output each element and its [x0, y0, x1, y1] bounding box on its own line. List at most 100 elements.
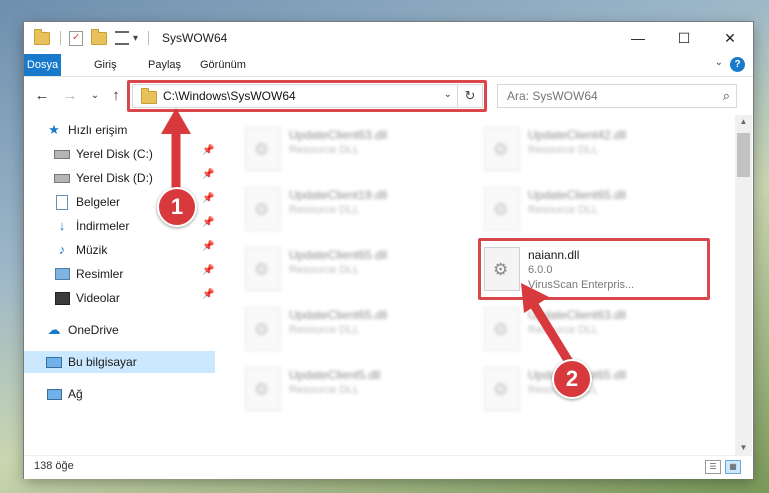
- pictures-icon: [54, 266, 70, 282]
- sidebar-item-documents[interactable]: Belgeler: [54, 191, 120, 213]
- sidebar-item-this-pc[interactable]: Bu bilgisayar: [46, 351, 137, 373]
- sidebar-item-local-disk-c[interactable]: Yerel Disk (C:): [54, 143, 153, 165]
- navigation-pane: ★ Hızlı erişim Yerel Disk (C:) 📌 Yerel D…: [24, 115, 216, 455]
- file-tile[interactable]: UpdateClient65.dll Resource DLL: [484, 183, 704, 233]
- sidebar-item-videos[interactable]: Videolar: [54, 287, 120, 309]
- sidebar-item-label: Videolar: [76, 291, 120, 305]
- file-name: UpdateClient65.dll: [289, 248, 388, 262]
- folder-icon: [34, 28, 50, 45]
- maximize-button[interactable]: ☐: [661, 22, 707, 54]
- minimize-button[interactable]: —: [615, 22, 661, 54]
- file-name: UpdateClient42.dll: [528, 128, 627, 142]
- file-name: UpdateClient19.dll: [289, 188, 388, 202]
- pin-icon[interactable]: 📌: [202, 145, 214, 156]
- file-tile[interactable]: UpdateClient65.dll Resource DLL: [245, 243, 465, 293]
- dll-file-icon: [245, 247, 281, 291]
- toolbar-divider: [60, 31, 61, 45]
- dll-file-icon: [245, 367, 281, 411]
- tiles-view-button[interactable]: ▦: [725, 460, 741, 474]
- dll-file-icon: [245, 307, 281, 351]
- ribbon-tabs: Dosya Giriş Paylaş Görünüm ⌄ ?: [24, 54, 753, 77]
- file-name: UpdateClient63.dll: [528, 308, 627, 322]
- forward-button[interactable]: →: [61, 86, 79, 106]
- window-title: SysWOW64: [162, 31, 228, 45]
- vertical-scrollbar[interactable]: ▲ ▼: [735, 115, 752, 455]
- sidebar-item-music[interactable]: ♪ Müzik: [54, 239, 108, 261]
- file-tile[interactable]: UpdateClient65.dll Resource DLL: [245, 303, 465, 353]
- file-name: UpdateClient65.dll: [289, 308, 388, 322]
- star-icon: ★: [48, 122, 60, 137]
- pin-icon[interactable]: 📌: [202, 265, 214, 276]
- back-button[interactable]: ←: [33, 86, 51, 106]
- search-input[interactable]: [505, 88, 709, 104]
- tab-share[interactable]: Paylaş: [138, 54, 191, 76]
- sidebar-item-label: Resimler: [76, 267, 124, 281]
- sidebar-item-quick-access[interactable]: ★ Hızlı erişim: [46, 119, 127, 141]
- download-icon: ↓: [58, 218, 66, 233]
- status-bar: 138 öğe ☰ ▦: [24, 455, 753, 479]
- documents-icon: [54, 194, 70, 210]
- sidebar-item-pictures[interactable]: Resimler: [54, 263, 123, 285]
- scroll-up-arrow[interactable]: ▲: [735, 115, 752, 129]
- new-folder-icon[interactable]: [91, 28, 107, 45]
- pin-icon[interactable]: 📌: [202, 289, 214, 300]
- file-type: Resource DLL: [289, 324, 360, 336]
- file-type: Resource DLL: [289, 384, 360, 396]
- quick-access-toolbar: ✓ ▾: [34, 28, 150, 46]
- pin-icon[interactable]: 📌: [202, 241, 214, 252]
- file-highlight-box: [478, 238, 710, 300]
- file-tile[interactable]: UpdateClient63.dll Resource DLL: [245, 123, 465, 173]
- customize-icon[interactable]: [115, 31, 129, 45]
- sidebar-item-label: Belgeler: [76, 195, 121, 209]
- file-tile[interactable]: UpdateClient42.dll Resource DLL: [484, 123, 704, 173]
- sidebar-item-onedrive[interactable]: ☁ OneDrive: [46, 319, 119, 341]
- close-button[interactable]: ✕: [707, 22, 753, 54]
- file-name: UpdateClient65.dll: [528, 188, 627, 202]
- file-tile[interactable]: UpdateClient5.dll Resource DLL: [245, 363, 465, 413]
- file-list: UpdateClient63.dll Resource DLL UpdateCl…: [217, 115, 735, 455]
- sidebar-item-label: OneDrive: [68, 323, 119, 337]
- music-icon: ♪: [58, 242, 66, 257]
- search-icon[interactable]: ⌕: [723, 88, 730, 104]
- computer-icon: [46, 354, 62, 370]
- dll-file-icon: [484, 127, 520, 171]
- ribbon-expand-icon[interactable]: ⌄: [715, 57, 723, 68]
- dll-file-icon: [484, 367, 520, 411]
- file-type: Resource DLL: [289, 144, 360, 156]
- details-view-button[interactable]: ☰: [705, 460, 721, 474]
- recent-locations-button[interactable]: ⌄: [86, 86, 104, 106]
- pin-icon[interactable]: 📌: [202, 169, 214, 180]
- sidebar-item-local-disk-d[interactable]: Yerel Disk (D:): [54, 167, 153, 189]
- file-name: UpdateClient5.dll: [289, 368, 381, 382]
- tab-home[interactable]: Giriş: [84, 54, 127, 76]
- pin-icon[interactable]: 📌: [202, 217, 214, 228]
- title-divider: [148, 31, 150, 45]
- pin-icon[interactable]: 📌: [202, 193, 214, 204]
- item-count: 138 öğe: [34, 460, 74, 472]
- search-box[interactable]: ⌕: [497, 84, 737, 108]
- file-tile[interactable]: UpdateClient65.dll Resource DLL: [484, 363, 704, 413]
- tab-view[interactable]: Görünüm: [190, 54, 256, 76]
- properties-icon[interactable]: ✓: [69, 30, 83, 46]
- scroll-thumb[interactable]: [737, 133, 750, 177]
- help-icon[interactable]: ?: [730, 57, 745, 72]
- sidebar-item-network[interactable]: Ağ: [46, 383, 83, 405]
- file-tile[interactable]: UpdateClient19.dll Resource DLL: [245, 183, 465, 233]
- tab-file[interactable]: Dosya: [24, 54, 61, 76]
- file-tile[interactable]: UpdateClient63.dll Resource DLL: [484, 303, 704, 353]
- sidebar-item-label: Yerel Disk (C:): [76, 147, 153, 161]
- file-type: Resource DLL: [528, 204, 599, 216]
- up-button[interactable]: ↑: [107, 86, 125, 106]
- dll-file-icon: [484, 307, 520, 351]
- sidebar-item-label: Yerel Disk (D:): [76, 171, 153, 185]
- file-type: Resource DLL: [289, 204, 360, 216]
- file-type: Resource DLL: [528, 144, 599, 156]
- customize-toolbar-arrow[interactable]: ▾: [133, 33, 138, 44]
- dll-file-icon: [245, 127, 281, 171]
- scroll-down-arrow[interactable]: ▼: [735, 441, 752, 455]
- sidebar-item-downloads[interactable]: ↓ İndirmeler: [54, 215, 130, 237]
- sidebar-item-label: Müzik: [76, 243, 108, 257]
- address-highlight-box: [127, 80, 487, 112]
- sidebar-item-label: Ağ: [68, 387, 83, 401]
- videos-icon: [54, 290, 70, 306]
